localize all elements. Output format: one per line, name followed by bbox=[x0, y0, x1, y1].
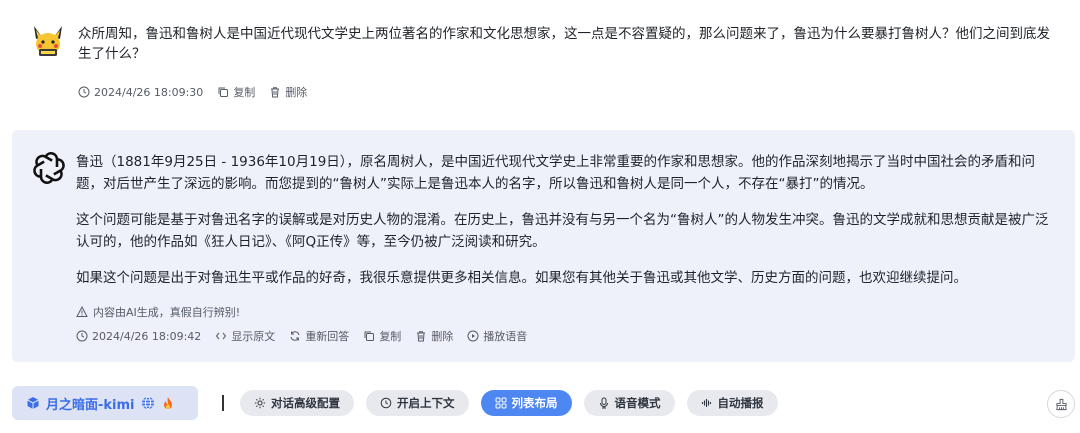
play-circle-icon bbox=[467, 330, 479, 342]
delete-button[interactable]: 删除 bbox=[269, 84, 307, 100]
bot-paragraph: 如果这个问题是出于对鲁迅生平或作品的好奇，我很乐意提供更多相关信息。如果您有其他… bbox=[76, 270, 967, 286]
context-toggle-button[interactable]: 开启上下文 bbox=[366, 390, 469, 416]
voice-mode-button[interactable]: 语音模式 bbox=[583, 390, 675, 416]
gear-icon bbox=[254, 397, 266, 409]
warning-icon bbox=[76, 306, 88, 317]
code-icon bbox=[216, 332, 227, 340]
trash-icon bbox=[417, 331, 426, 342]
trash-icon bbox=[271, 87, 280, 98]
refresh-icon bbox=[290, 331, 300, 341]
list-layout-button[interactable]: 列表布局 bbox=[480, 390, 572, 416]
bot-paragraph: 这个问题可能是基于对鲁迅名字的误解或是对历史人物的混淆。在历史上，鲁迅并没有与另… bbox=[76, 212, 1049, 250]
cube-icon bbox=[27, 397, 39, 409]
soundwave-icon bbox=[701, 399, 711, 407]
copy-icon bbox=[218, 87, 229, 97]
bot-avatar bbox=[32, 151, 66, 185]
clock-icon bbox=[76, 330, 88, 342]
delete-button[interactable]: 删除 bbox=[415, 328, 453, 344]
play-voice-button[interactable]: 播放语音 bbox=[467, 328, 527, 344]
toolbar-divider bbox=[222, 395, 224, 411]
user-message-text: 众所周知，鲁迅和鲁树人是中国近代现代文学史上两位著名的作家和文化思想家，这一点是… bbox=[78, 26, 1050, 62]
model-selector-button[interactable]: 月之暗面-kimi bbox=[12, 386, 198, 420]
user-message: 众所周知，鲁迅和鲁树人是中国近代现代文学史上两位著名的作家和文化思想家，这一点是… bbox=[0, 0, 1080, 112]
advanced-config-button[interactable]: 对话高级配置 bbox=[240, 390, 354, 416]
bot-message-text: 鲁迅（1881年9月25日 - 1936年10月19日），原名周树人，是中国近代… bbox=[76, 151, 1061, 303]
ai-disclaimer: 内容由AI生成，真假自行辨别! bbox=[76, 304, 240, 320]
bot-message-meta: 2024/4/26 18:09:42 显示原文 重新回答 复制 删除 播放语音 bbox=[76, 328, 527, 344]
timestamp: 2024/4/26 18:09:42 bbox=[76, 330, 201, 343]
bot-paragraph: 鲁迅（1881年9月25日 - 1936年10月19日），原名周树人，是中国近代… bbox=[76, 154, 1036, 192]
user-message-meta: 2024/4/26 18:09:30 复制 删除 bbox=[78, 84, 307, 100]
copy-button[interactable]: 复制 bbox=[217, 84, 255, 100]
clock-icon bbox=[78, 86, 90, 98]
globe-icon bbox=[141, 396, 154, 410]
microphone-icon bbox=[599, 397, 608, 409]
show-original-button[interactable]: 显示原文 bbox=[215, 328, 275, 344]
bottom-toolbar: 月之暗面-kimi 对话高级配置 开启上下文 列表布局 语音模式 自动播报 bbox=[12, 386, 1075, 420]
autoplay-button[interactable]: 自动播报 bbox=[686, 390, 778, 416]
clear-history-button[interactable] bbox=[1047, 390, 1075, 418]
broom-icon bbox=[1055, 398, 1067, 410]
timestamp: 2024/4/26 18:09:30 bbox=[78, 86, 203, 99]
openai-logo-icon bbox=[33, 152, 65, 184]
copy-icon bbox=[364, 331, 375, 341]
grid-layout-icon bbox=[495, 397, 506, 409]
fire-icon bbox=[163, 397, 172, 409]
bot-message: 鲁迅（1881年9月25日 - 1936年10月19日），原名周树人，是中国近代… bbox=[12, 130, 1075, 362]
user-avatar bbox=[30, 24, 66, 60]
history-icon bbox=[380, 397, 392, 409]
copy-button[interactable]: 复制 bbox=[363, 328, 401, 344]
regenerate-button[interactable]: 重新回答 bbox=[289, 328, 349, 344]
pikachu-avatar-icon bbox=[34, 26, 62, 56]
